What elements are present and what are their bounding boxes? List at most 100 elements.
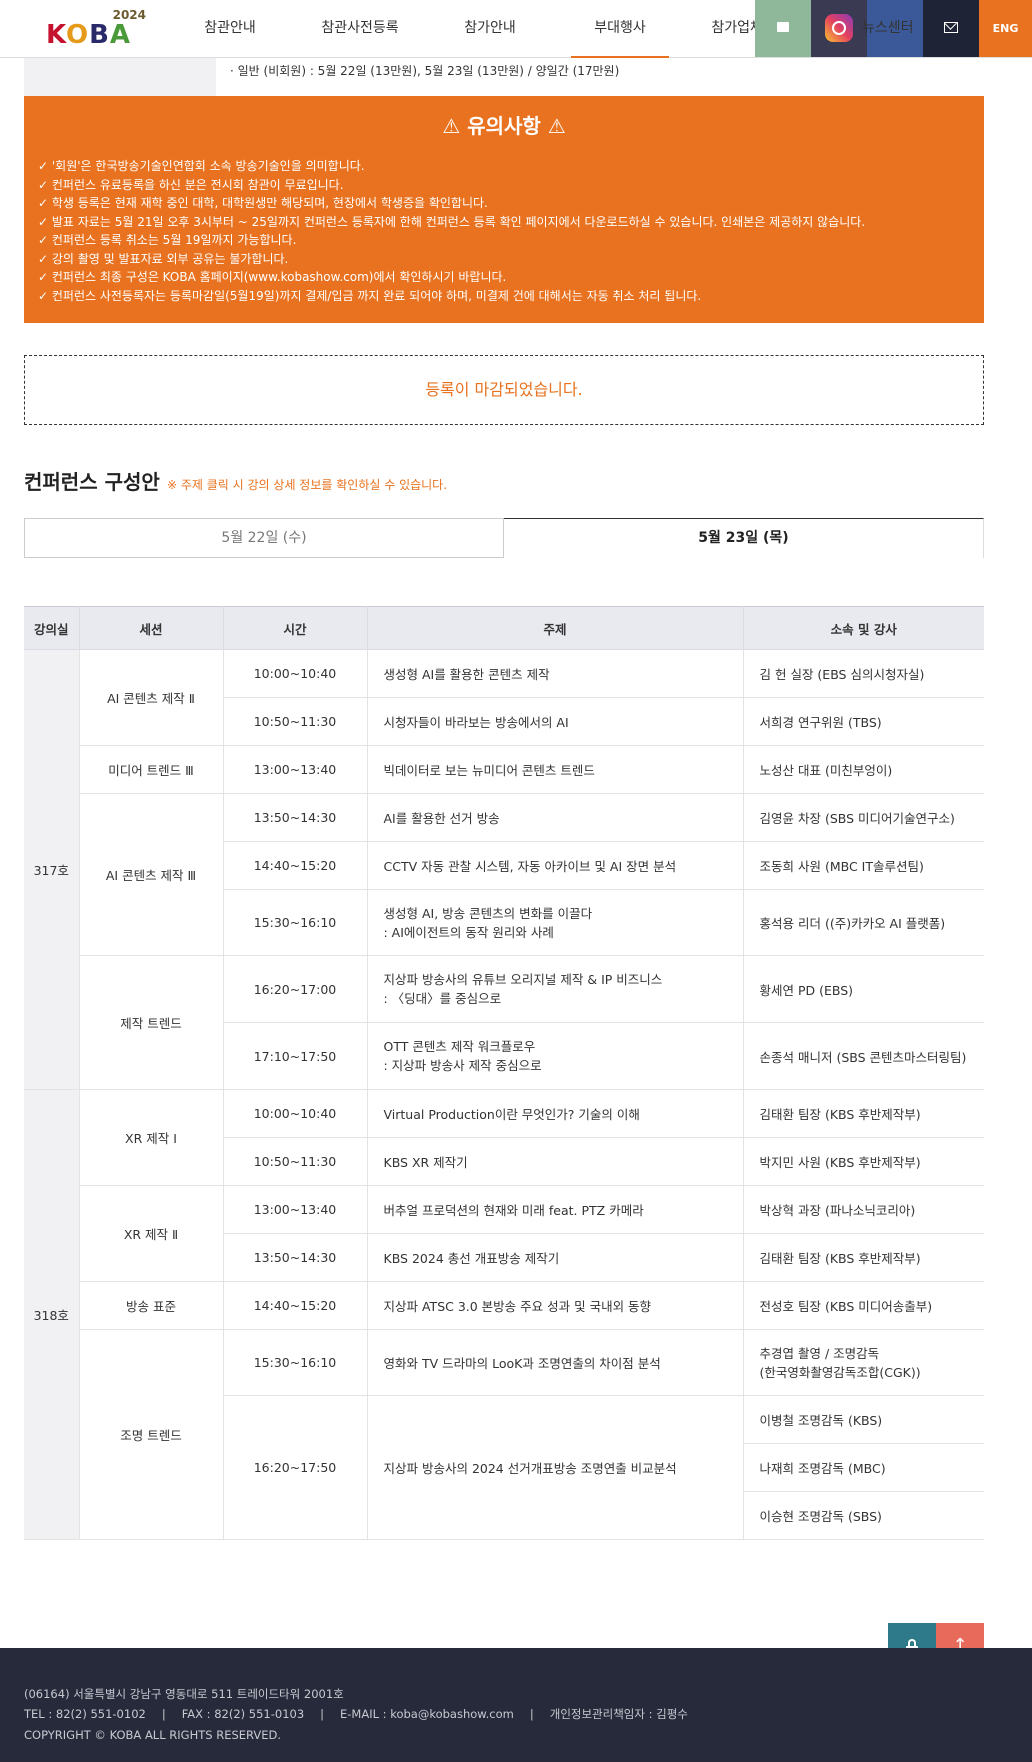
time-cell: 14:40~15:20 [222, 841, 368, 890]
notice-item: 컨퍼런스 사전등록자는 등록마감일(5월19일)까지 결제/입금 까지 완료 되… [38, 287, 984, 306]
time-cell: 14:40~15:20 [222, 1281, 368, 1330]
topic-cell[interactable]: 지상파 방송사의 유튜브 오리지널 제작 & IP 비즈니스: 〈딩대〉를 중심… [366, 955, 744, 1023]
header-session: 세션 [78, 606, 224, 650]
topic-subtitle[interactable]: : AI에이전트의 동작 원리와 사례 [384, 923, 727, 942]
topic-link[interactable]: Virtual Production이란 무엇인가? 기술의 이해 [384, 1107, 640, 1122]
topic-cell[interactable]: Virtual Production이란 무엇인가? 기술의 이해 [366, 1089, 744, 1138]
table-row: 방송 표준 14:40~15:20 지상파 ATSC 3.0 본방송 주요 성과… [24, 1281, 984, 1330]
time-cell: 16:20~17:50 [222, 1395, 368, 1540]
footer-separator: | [529, 1707, 534, 1721]
speaker-cell: 추경엽 촬영 / 조명감독 (한국영화촬영감독조합(CGK)) [742, 1329, 984, 1396]
mail-icon [944, 22, 958, 33]
speaker-affiliation: (한국영화촬영감독조합(CGK)) [759, 1364, 921, 1380]
notice-title: ⚠ 유의사항 ⚠ [442, 114, 566, 138]
topic-cell[interactable]: KBS XR 제작기 [366, 1137, 744, 1186]
notice-box: ⚠ 유의사항 ⚠ '회원'은 한국방송기술인연합회 소속 방송기술인을 의미합니… [24, 96, 984, 323]
topic-cell[interactable]: AI를 활용한 선거 방송 [366, 793, 744, 842]
nav-pre-registration[interactable]: 참관사전등록 [295, 0, 425, 58]
session-cell: 미디어 트렌드 Ⅲ [78, 745, 224, 794]
topic-link[interactable]: OTT 콘텐츠 제작 워크플로우 [384, 1037, 727, 1056]
speaker-cell: 김영윤 차장 (SBS 미디어기술연구소) [742, 793, 984, 842]
speaker-cell: 김태환 팀장 (KBS 후반제작부) [742, 1233, 984, 1282]
speaker-cell: 김태환 팀장 (KBS 후반제작부) [742, 1089, 984, 1138]
table-row: AI 콘텐츠 제작 Ⅲ 13:50~14:30 AI를 활용한 선거 방송 김영… [24, 793, 984, 956]
topic-cell[interactable]: 지상파 방송사의 2024 선거개표방송 조명연출 비교분석 [366, 1395, 744, 1540]
topic-cell[interactable]: OTT 콘텐츠 제작 워크플로우: 지상파 방송사 제작 중심으로 [366, 1022, 744, 1090]
topic-link[interactable]: 생성형 AI를 활용한 콘텐츠 제작 [384, 667, 550, 682]
topic-link[interactable]: 버추얼 프로덕션의 현재와 미래 feat. PTZ 카메라 [384, 1203, 644, 1218]
session-cell: 제작 트렌드 [78, 955, 224, 1090]
mail-button[interactable] [923, 0, 979, 57]
notice-item: 컨퍼런스 유료등록을 하신 분은 전시회 참관이 무료입니다. [38, 176, 984, 195]
topic-link[interactable]: AI를 활용한 선거 방송 [384, 811, 500, 826]
topic-cell[interactable]: 버추얼 프로덕션의 현재와 미래 feat. PTZ 카메라 [366, 1185, 744, 1234]
tab-may-23[interactable]: 5월 23일 (목) [504, 518, 984, 558]
instagram-icon [825, 14, 853, 42]
room-cell: 317호 [24, 649, 80, 1090]
lock-sns-button[interactable] [755, 0, 811, 57]
fee-info-strip: · 일반 (비회원) : 5월 22일 (13만원), 5월 23일 (13만원… [24, 58, 984, 96]
topic-cell[interactable]: 생성형 AI를 활용한 콘텐츠 제작 [366, 649, 744, 698]
speaker-cell: 홍석용 리더 ((주)카카오 AI 플랫폼) [742, 889, 984, 956]
fee-label-cell [24, 58, 216, 96]
date-tabs: 5월 22일 (수) 5월 23일 (목) [24, 518, 984, 558]
topic-link[interactable]: CCTV 자동 관찰 시스템, 자동 아카이브 및 AI 장면 분석 [384, 859, 677, 874]
footer-contact: TEL : 82(2) 551-0102 | FAX : 82(2) 551-010… [24, 1706, 688, 1722]
koba-logo[interactable]: 2024 KOBA [46, 8, 146, 50]
table-row: 제작 트렌드 16:20~17:00 지상파 방송사의 유튜브 오리지널 제작 … [24, 955, 984, 1090]
nav-news-center[interactable]: 뉴스센터 [862, 0, 914, 56]
time-cell: 10:00~10:40 [222, 1089, 368, 1138]
topic-cell[interactable]: 빅데이터로 보는 뉴미디어 콘텐츠 트렌드 [366, 745, 744, 794]
notice-item: 컨퍼런스 등록 취소는 5월 19일까지 가능합니다. [38, 231, 984, 250]
tab-may-22[interactable]: 5월 22일 (수) [24, 518, 504, 558]
conference-title: 컨퍼런스 구성안 [24, 470, 160, 494]
instagram-button[interactable] [811, 0, 867, 57]
nav-exhibitor-info[interactable]: 참가안내 [425, 0, 555, 58]
topic-link[interactable]: 빅데이터로 보는 뉴미디어 콘텐츠 트렌드 [384, 763, 595, 778]
session-cell: 방송 표준 [78, 1281, 224, 1330]
footer-email[interactable]: E-MAIL : koba@kobashow.com [340, 1707, 514, 1721]
header-time: 시간 [222, 606, 368, 650]
speaker-cell: 서희경 연구위원 (TBS) [742, 697, 984, 746]
nav-visitor-info[interactable]: 참관안내 [165, 0, 295, 58]
topic-link[interactable]: 지상파 방송사의 유튜브 오리지널 제작 & IP 비즈니스 [384, 970, 727, 989]
topic-link[interactable]: 지상파 방송사의 2024 선거개표방송 조명연출 비교분석 [384, 1461, 677, 1476]
speaker-cell: 박지민 사원 (KBS 후반제작부) [742, 1137, 984, 1186]
topic-link[interactable]: 지상파 ATSC 3.0 본방송 주요 성과 및 국내외 동향 [384, 1299, 652, 1314]
logo-text: KOBA [46, 20, 132, 50]
header-speaker: 소속 및 강사 [742, 606, 984, 650]
topic-cell[interactable]: CCTV 자동 관찰 시스템, 자동 아카이브 및 AI 장면 분석 [366, 841, 744, 890]
speaker-cell: 전성호 팀장 (KBS 미디어송출부) [742, 1281, 984, 1330]
topic-cell[interactable]: 지상파 ATSC 3.0 본방송 주요 성과 및 국내외 동향 [366, 1281, 744, 1330]
room-cell: 318호 [24, 1089, 80, 1540]
table-row: 미디어 트렌드 Ⅲ 13:00~13:40 빅데이터로 보는 뉴미디어 콘텐츠 … [24, 745, 984, 794]
topic-link[interactable]: KBS XR 제작기 [384, 1155, 468, 1170]
topic-link[interactable]: 시청자들이 바라보는 방송에서의 AI [384, 715, 569, 730]
time-cell: 10:00~10:40 [222, 649, 368, 698]
footer-separator: | [161, 1707, 166, 1721]
topic-cell[interactable]: 영화와 TV 드라마의 LooK과 조명연출의 차이점 분석 [366, 1329, 744, 1396]
speaker-cell: 나재희 조명감독 (MBC) [742, 1443, 984, 1492]
notice-item: 학생 등록은 현재 재학 중인 대학, 대학원생만 해당되며, 현장에서 학생증… [38, 194, 984, 213]
session-cell: AI 콘텐츠 제작 Ⅱ [78, 649, 224, 746]
topic-link[interactable]: 영화와 TV 드라마의 LooK과 조명연출의 차이점 분석 [384, 1356, 661, 1371]
time-cell: 16:20~17:00 [222, 955, 368, 1023]
eng-button[interactable]: ENG [979, 0, 1032, 57]
schedule-table: 강의실 세션 시간 주제 소속 및 강사 317호 AI 콘텐츠 제작 Ⅱ 10… [24, 606, 984, 1540]
topic-cell[interactable]: 생성형 AI, 방송 콘텐츠의 변화를 이끌다: AI에이전트의 동작 원리와 … [366, 889, 744, 956]
conference-note: ※ 주제 클릭 시 강의 상세 정보를 확인하실 수 있습니다. [167, 478, 448, 492]
topic-link[interactable]: 생성형 AI, 방송 콘텐츠의 변화를 이끌다 [384, 904, 727, 923]
session-cell: AI 콘텐츠 제작 Ⅲ [78, 793, 224, 956]
main-nav: 참관안내 참관사전등록 참가안내 부대행사 참가업체검색 [165, 0, 815, 58]
topic-link[interactable]: KBS 2024 총선 개표방송 제작기 [384, 1251, 560, 1266]
speaker-cell: 김 헌 실장 (EBS 심의시청자실) [742, 649, 984, 698]
topic-cell[interactable]: 시청자들이 바라보는 방송에서의 AI [366, 697, 744, 746]
topic-cell[interactable]: KBS 2024 총선 개표방송 제작기 [366, 1233, 744, 1282]
topic-subtitle[interactable]: : 〈딩대〉를 중심으로 [384, 989, 727, 1008]
topic-subtitle[interactable]: : 지상파 방송사 제작 중심으로 [384, 1056, 727, 1075]
time-cell: 13:00~13:40 [222, 745, 368, 794]
table-row: XR 제작 Ⅱ 13:00~13:40 버추얼 프로덕션의 현재와 미래 fea… [24, 1185, 984, 1282]
nav-side-events[interactable]: 부대행사 [555, 0, 685, 58]
site-header: 2024 KOBA 참관안내 참관사전등록 참가안내 부대행사 참가업체검색 뉴… [0, 0, 1032, 58]
table-header-row: 강의실 세션 시간 주제 소속 및 강사 [24, 606, 984, 650]
